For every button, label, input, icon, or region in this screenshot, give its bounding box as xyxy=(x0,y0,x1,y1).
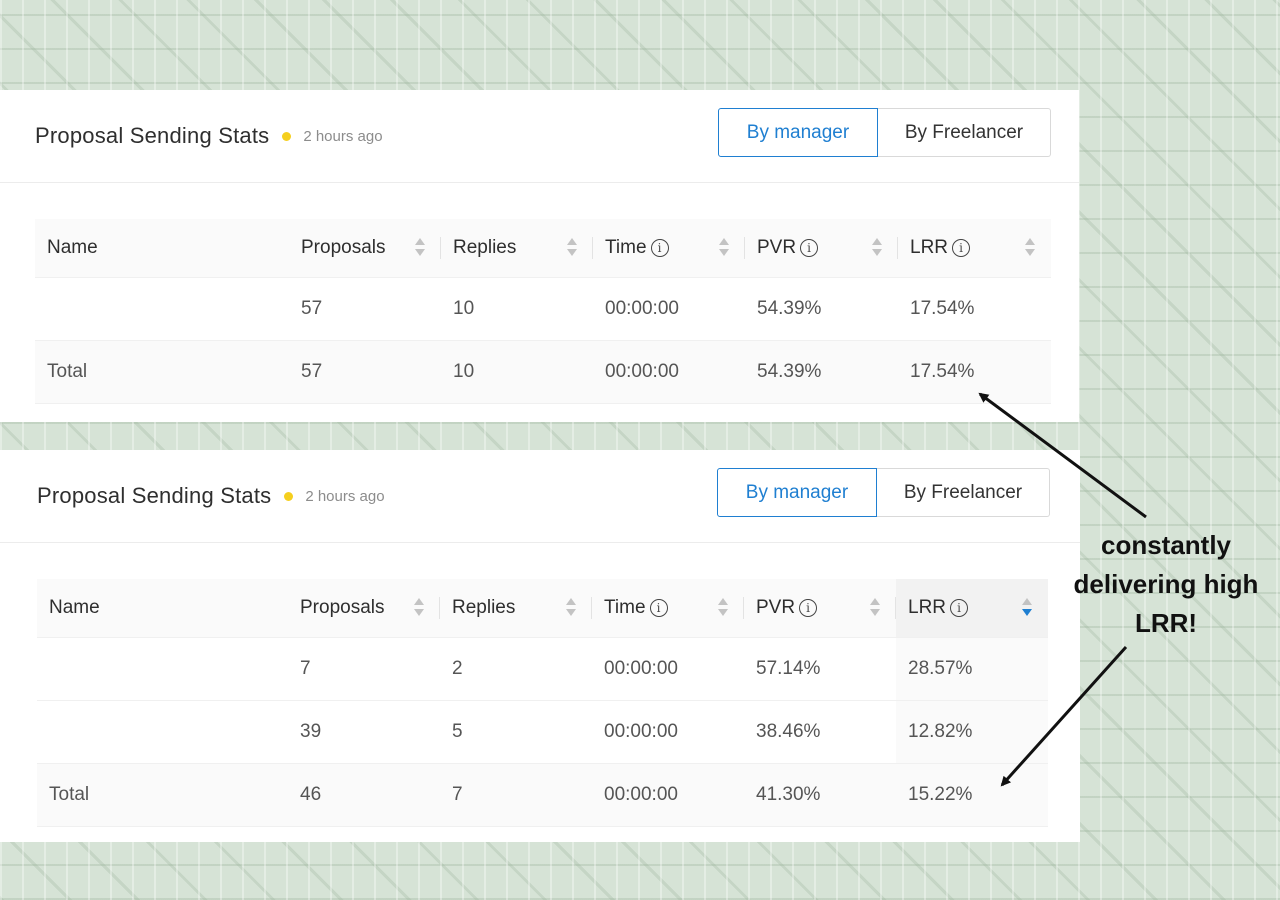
annotation-arrows xyxy=(978,392,1147,787)
arrow-to-panel-2-lrr xyxy=(1000,645,1128,787)
annotation-text: constantly delivering high LRR! xyxy=(1073,530,1259,638)
arrow-to-panel-1-lrr xyxy=(978,392,1147,519)
